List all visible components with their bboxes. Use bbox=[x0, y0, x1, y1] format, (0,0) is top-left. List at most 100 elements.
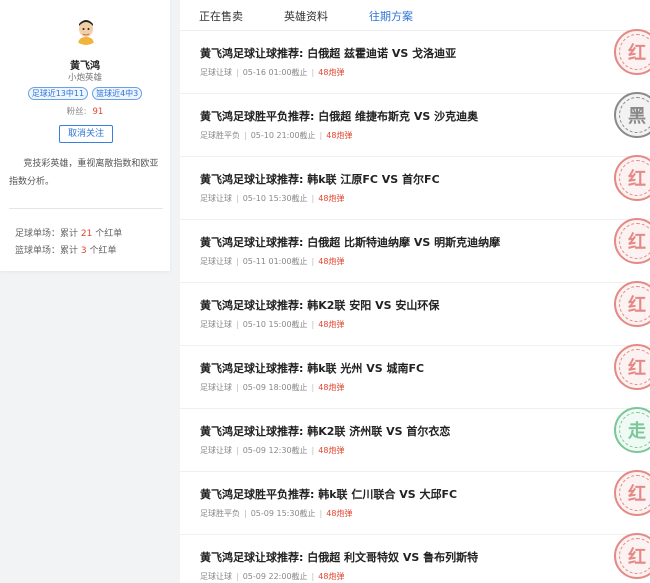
profile-name: 黄飞鸿 bbox=[70, 61, 100, 72]
result-stamp-icon: 红 bbox=[614, 533, 650, 579]
plan-title[interactable]: 黄飞鸿足球让球推荐: 韩K2联 安阳 VS 安山环保 bbox=[200, 297, 439, 313]
result-stamp-icon: 红 bbox=[614, 218, 650, 264]
meta-separator: | bbox=[236, 320, 239, 329]
plan-meta: 足球让球 | 05-09 12:30截止 | 48炮弹 bbox=[200, 445, 344, 456]
plan-price: 48炮弹 bbox=[318, 257, 345, 266]
plan-type: 足球让球 bbox=[200, 257, 232, 266]
plan-price: 48炮弹 bbox=[318, 446, 345, 455]
plan-type: 足球让球 bbox=[200, 572, 232, 581]
meta-separator: | bbox=[311, 572, 315, 581]
result-stamp-icon: 走 bbox=[614, 407, 650, 453]
plan-deadline: 05-10 15:30截止 bbox=[242, 194, 308, 203]
tab-bar: 正在售卖 英雄资料 往期方案 bbox=[180, 0, 650, 31]
plan-title[interactable]: 黄飞鸿足球让球推荐: 韩k联 光州 VS 城南FC bbox=[200, 360, 424, 376]
plan-list-item[interactable]: 黄飞鸿足球胜平负推荐: 白俄超 维捷布斯克 VS 沙克迪奥足球胜平负 | 05-10… bbox=[180, 92, 650, 157]
meta-separator: | bbox=[236, 572, 239, 581]
plan-type: 足球让球 bbox=[200, 446, 232, 455]
profile-tags: 足球近13中11 篮球近4中3 bbox=[0, 87, 170, 100]
plan-title[interactable]: 黄飞鸿足球胜平负推荐: 白俄超 维捷布斯克 VS 沙克迪奥 bbox=[200, 108, 478, 124]
result-stamp-icon: 红 bbox=[614, 29, 650, 75]
avatar-icon bbox=[72, 17, 100, 45]
plan-list-item[interactable]: 黄飞鸿足球让球推荐: 白俄超 兹霍迪诺 VS 戈洛迪亚 足球让球 | 05-16 01… bbox=[180, 29, 650, 94]
plan-list-item[interactable]: 黄飞鸿足球胜平负推荐: 韩k联 仁川联合 VS 大邱FC 足球胜平负 | 05-09 … bbox=[180, 470, 650, 535]
result-stamp-text: 走 bbox=[619, 412, 650, 448]
plan-list-item[interactable]: 黄飞鸿足球让球推荐: 韩k联 江原FC VS 首尔FC 足球让球 | 05-10 15… bbox=[180, 155, 650, 220]
plan-list-item[interactable]: 黄飞鸿足球让球推荐: 白俄超 利文哥特奴 VS 鲁布列斯特足球让球 | 05-09 … bbox=[180, 533, 650, 583]
football-stat-tag: 足球近13中11 bbox=[27, 87, 89, 100]
avatar[interactable] bbox=[72, 17, 100, 45]
plan-deadline: 05-11 01:00截止 bbox=[242, 257, 308, 266]
plan-type: 足球让球 bbox=[200, 383, 232, 392]
basketball-record-label: 篮球单场：累计 bbox=[15, 246, 79, 256]
plan-price: 48炮弹 bbox=[318, 320, 345, 329]
plan-list-item[interactable]: 黄飞鸿足球让球推荐: 韩K2联 济州联 VS 首尔衣恋足球让球 | 05-09 12… bbox=[180, 407, 650, 472]
plan-list-item[interactable]: 黄飞鸿足球让球推荐: 白俄超 比斯特迪纳摩 VS 明斯克迪纳摩足球让球 | 05-1… bbox=[180, 218, 650, 283]
plan-title[interactable]: 黄飞鸿足球胜平负推荐: 韩k联 仁川联合 VS 大邱FC bbox=[200, 486, 457, 502]
plan-list-item[interactable]: 黄飞鸿足球让球推荐: 韩k联 光州 VS 城南FC 足球让球 | 05-09 18:0… bbox=[180, 344, 650, 409]
result-stamp-text: 红 bbox=[619, 286, 650, 322]
basketball-record: 篮球单场：累计 3 个红单 bbox=[15, 243, 117, 256]
result-stamp-icon: 红 bbox=[614, 344, 650, 390]
plan-type: 足球胜平负 bbox=[200, 131, 240, 140]
plan-deadline: 05-10 15:00截止 bbox=[242, 320, 308, 329]
plan-price: 48炮弹 bbox=[326, 131, 353, 140]
meta-separator: | bbox=[311, 320, 315, 329]
plan-title[interactable]: 黄飞鸿足球让球推荐: 韩K2联 济州联 VS 首尔衣恋 bbox=[200, 423, 450, 439]
plan-title[interactable]: 黄飞鸿足球让球推荐: 韩k联 江原FC VS 首尔FC bbox=[200, 171, 440, 187]
football-record: 足球单场：累计 21 个红单 bbox=[15, 226, 122, 239]
basketball-record-suffix: 个红单 bbox=[89, 246, 117, 256]
meta-separator: | bbox=[311, 68, 315, 77]
plan-title[interactable]: 黄飞鸿足球让球推荐: 白俄超 兹霍迪诺 VS 戈洛迪亚 bbox=[200, 45, 456, 61]
plan-price: 48炮弹 bbox=[318, 572, 345, 581]
plan-meta: 足球让球 | 05-09 22:00截止 | 48炮弹 bbox=[200, 571, 344, 582]
meta-separator: | bbox=[236, 68, 239, 77]
plan-type: 足球让球 bbox=[200, 68, 232, 77]
tab-past-plans[interactable]: 往期方案 bbox=[369, 8, 413, 24]
plan-deadline: 05-09 22:00截止 bbox=[242, 572, 308, 581]
result-stamp-text: 黑 bbox=[619, 97, 650, 133]
unfollow-button[interactable]: 取消关注 bbox=[59, 125, 113, 143]
result-stamp-icon: 红 bbox=[614, 155, 650, 201]
plan-title[interactable]: 黄飞鸿足球让球推荐: 白俄超 利文哥特奴 VS 鲁布列斯特 bbox=[200, 549, 478, 565]
meta-separator: | bbox=[319, 131, 323, 140]
tab-on-sale[interactable]: 正在售卖 bbox=[199, 8, 243, 24]
meta-separator: | bbox=[311, 446, 315, 455]
result-stamp-text: 红 bbox=[619, 538, 650, 574]
meta-separator: | bbox=[244, 131, 247, 140]
meta-separator: | bbox=[236, 446, 239, 455]
meta-separator: | bbox=[236, 257, 239, 266]
meta-separator: | bbox=[311, 194, 315, 203]
result-stamp-text: 红 bbox=[619, 475, 650, 511]
football-record-suffix: 个红单 bbox=[95, 229, 123, 239]
plan-meta: 足球胜平负 | 05-10 21:00截止 | 48炮弹 bbox=[200, 130, 352, 141]
plan-meta: 足球让球 | 05-11 01:00截止 | 48炮弹 bbox=[200, 256, 344, 267]
profile-title: 小炮英雄 bbox=[67, 73, 102, 83]
plan-meta: 足球让球 | 05-10 15:00截止 | 48炮弹 bbox=[200, 319, 344, 330]
plan-meta: 足球胜平负 | 05-09 15:30截止 | 48炮弹 bbox=[200, 508, 352, 519]
plan-type: 足球让球 bbox=[200, 320, 232, 329]
main-panel: 正在售卖 英雄资料 往期方案 黄飞鸿足球让球推荐: 白俄超 兹霍迪诺 VS 戈洛… bbox=[180, 0, 650, 583]
meta-separator: | bbox=[236, 194, 239, 203]
plan-meta: 足球让球 | 05-10 15:30截止 | 48炮弹 bbox=[200, 193, 344, 204]
plan-deadline: 05-09 15:30截止 bbox=[250, 509, 316, 518]
result-stamp-icon: 红 bbox=[614, 470, 650, 516]
plan-price: 48炮弹 bbox=[318, 68, 345, 77]
plan-list-item[interactable]: 黄飞鸿足球让球推荐: 韩K2联 安阳 VS 安山环保足球让球 | 05-10 15:… bbox=[180, 281, 650, 346]
plan-deadline: 05-09 12:30截止 bbox=[242, 446, 308, 455]
divider bbox=[9, 208, 163, 209]
meta-separator: | bbox=[311, 257, 315, 266]
plan-price: 48炮弹 bbox=[326, 509, 353, 518]
profile-description: 竞技彩英雄，重视离散指数和欧亚指数分析。 bbox=[9, 159, 159, 187]
football-record-count: 21 bbox=[80, 229, 93, 239]
meta-separator: | bbox=[236, 383, 239, 392]
fans-count: 粉丝: 91 bbox=[0, 105, 170, 117]
plan-deadline: 05-10 21:00截止 bbox=[250, 131, 316, 140]
basketball-stat-tag: 篮球近4中3 bbox=[92, 87, 143, 100]
tab-hero-profile[interactable]: 英雄资料 bbox=[284, 8, 328, 24]
result-stamp-icon: 红 bbox=[614, 281, 650, 327]
plan-title[interactable]: 黄飞鸿足球让球推荐: 白俄超 比斯特迪纳摩 VS 明斯克迪纳摩 bbox=[200, 234, 500, 250]
profile-sidebar: 黄飞鸿 小炮英雄 足球近13中11 篮球近4中3 粉丝: 91 取消关注 竞技彩英… bbox=[0, 0, 170, 271]
meta-separator: | bbox=[311, 383, 315, 392]
result-stamp-text: 红 bbox=[619, 349, 650, 385]
meta-separator: | bbox=[319, 509, 323, 518]
